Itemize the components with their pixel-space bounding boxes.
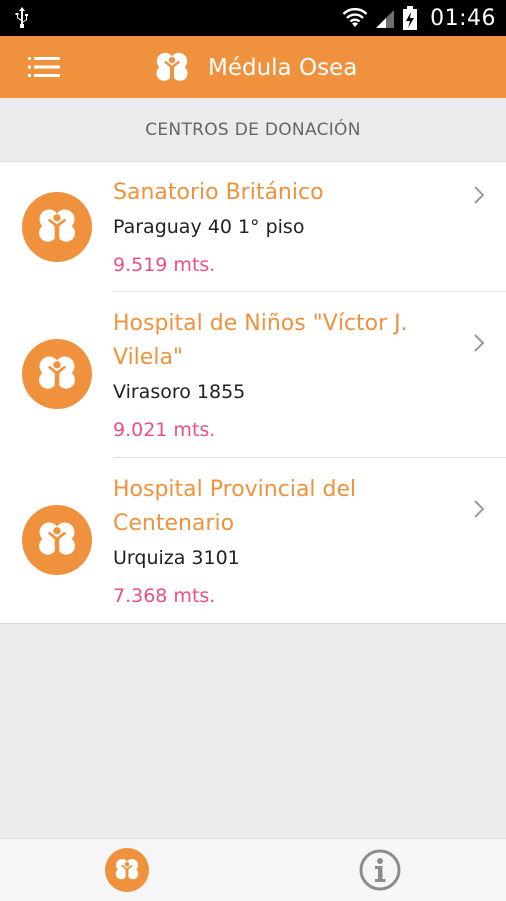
tab-info[interactable] [253,839,506,901]
app-bar: Médula Osea [0,36,506,98]
bottom-nav [0,838,506,901]
list-item[interactable]: Sanatorio Británico Paraguay 40 1° piso … [0,162,506,291]
battery-icon [403,6,418,30]
chevron-right-icon [474,334,485,352]
center-address: Paraguay 40 1° piso [113,216,305,238]
chevron-right-icon [474,186,485,204]
clover-tab-icon [104,848,149,892]
app-title: Médula Osea [208,55,358,81]
status-bar: 01:46 [0,0,506,36]
center-address: Virasoro 1855 [113,381,246,403]
wifi-icon [342,7,368,27]
tab-centers[interactable] [0,839,253,901]
app-brand: Médula Osea [150,48,357,88]
center-distance: 9.021 mts. [113,419,216,441]
center-logo-icon [22,192,92,262]
center-distance: 7.368 mts. [113,585,216,607]
signal-icon [376,10,395,28]
center-name: Hospital Provincial del Centenario [113,477,357,536]
usb-icon [15,7,28,28]
section-title: CENTROS DE DONACIÓN [145,119,361,140]
clover-logo-icon [150,48,194,88]
center-distance: 9.519 mts. [113,254,216,276]
list-item[interactable]: Hospital Provincial del Centenario Urqui… [0,458,506,623]
info-icon [359,849,400,891]
center-address: Urquiza 3101 [113,547,240,569]
center-name: Hospital de Niños "Víctor J. Vilela" [113,311,408,370]
centers-list: Sanatorio Británico Paraguay 40 1° piso … [0,161,506,624]
list-item[interactable]: Hospital de Niños "Víctor J. Vilela" Vir… [0,292,506,457]
center-logo-icon [22,339,92,409]
center-logo-icon [22,505,92,575]
chevron-right-icon [474,500,485,518]
status-time: 01:46 [430,5,496,31]
menu-icon[interactable] [28,55,60,79]
center-name: Sanatorio Británico [113,180,324,205]
